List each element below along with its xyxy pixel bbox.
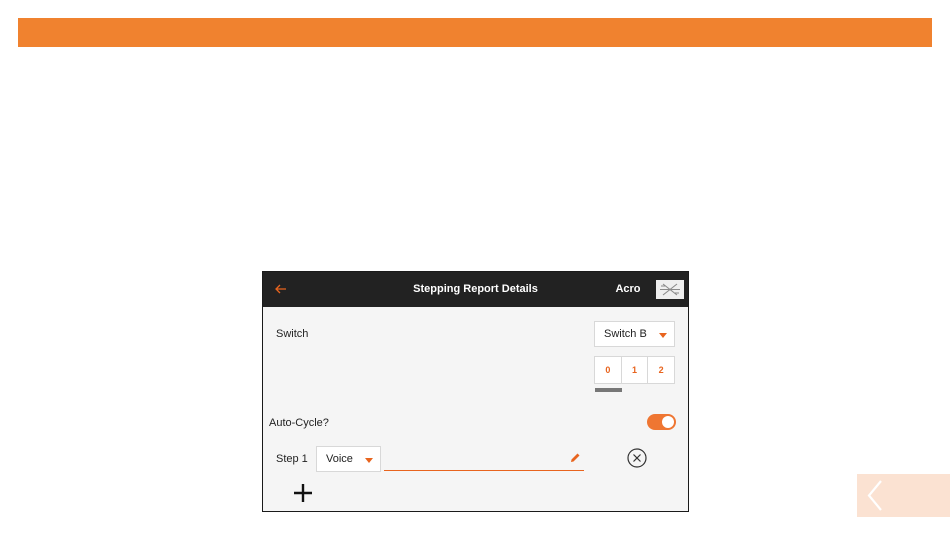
step-value-field[interactable] <box>384 447 584 471</box>
switch-position-1[interactable]: 1 <box>622 357 649 383</box>
auto-cycle-label: Auto-Cycle? <box>269 417 329 429</box>
pencil-icon[interactable] <box>568 451 582 465</box>
switch-position-0[interactable]: 0 <box>595 357 622 383</box>
switch-select-value: Switch B <box>604 328 647 340</box>
switch-position-2[interactable]: 2 <box>648 357 674 383</box>
back-arrow-icon[interactable] <box>271 278 291 300</box>
screen-titlebar: Stepping Report Details Acro <box>263 272 688 307</box>
remove-circle-icon[interactable] <box>626 447 648 469</box>
transmitter-screen: Stepping Report Details Acro Switch Swit… <box>262 271 689 512</box>
caret-down-icon <box>659 333 667 338</box>
chevron-left-icon <box>867 480 882 511</box>
switch-position-selector: 0 1 2 <box>594 356 675 384</box>
toggle-knob <box>662 416 674 428</box>
header-accent-bar <box>18 18 932 47</box>
model-name: Acro <box>615 283 641 295</box>
page-back-button[interactable] <box>857 474 950 517</box>
step-label: Step 1 <box>276 453 308 465</box>
switch-select[interactable]: Switch B <box>594 321 675 347</box>
plus-icon[interactable] <box>290 480 316 506</box>
active-position-indicator <box>595 388 622 392</box>
airplane-icon[interactable] <box>656 280 684 299</box>
step-type-select[interactable]: Voice <box>316 446 381 472</box>
step-type-value: Voice <box>326 453 353 465</box>
switch-label: Switch <box>276 328 309 340</box>
caret-down-icon <box>365 458 373 463</box>
screen-title: Stepping Report Details <box>413 283 538 295</box>
auto-cycle-toggle[interactable] <box>647 414 676 430</box>
